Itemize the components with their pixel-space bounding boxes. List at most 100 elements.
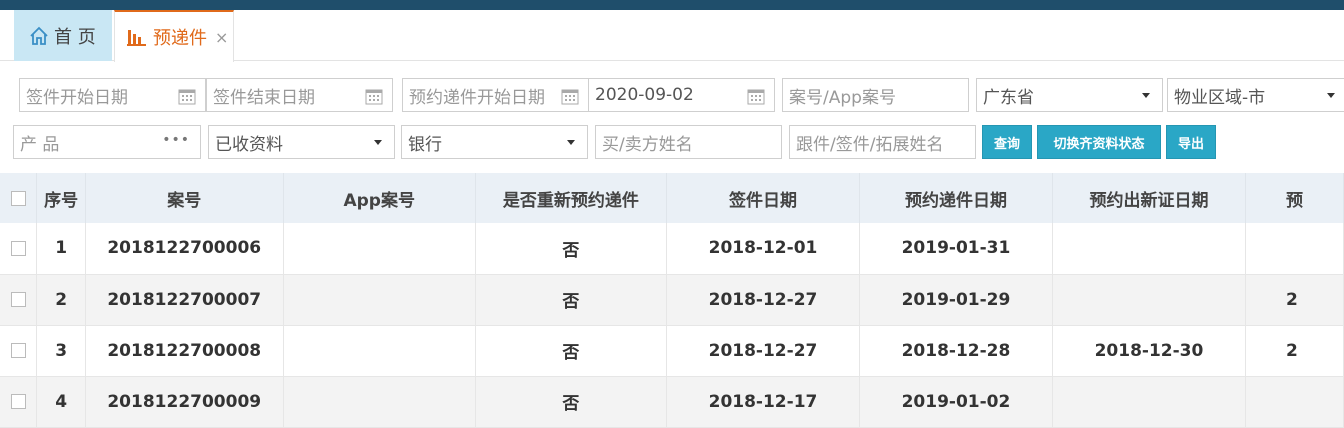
- city-select[interactable]: 物业区域-市: [1167, 78, 1344, 112]
- top-bar: [0, 0, 1344, 10]
- cell-case: 2018122700008: [85, 325, 284, 377]
- cell-sign-date: 2018-12-27: [666, 325, 860, 377]
- province-value: 广东省: [983, 87, 1034, 108]
- cell-new-cert-date: [1052, 223, 1246, 275]
- sign-start-date-input[interactable]: 签件开始日期: [19, 78, 206, 112]
- row-checkbox[interactable]: [10, 240, 26, 256]
- tab-bar: 首 页 预递件 ×: [0, 10, 1344, 62]
- cell-rebook: 否: [475, 325, 668, 377]
- cell-new-cert-date: 2018-12-30: [1052, 325, 1246, 377]
- cell-case: 2018122700009: [85, 376, 284, 428]
- sign-end-date-input[interactable]: 签件结束日期: [206, 78, 393, 112]
- sign-end-date-placeholder: 签件结束日期: [213, 87, 315, 108]
- table-row[interactable]: 1 2018122700006 否 2018-12-01 2019-01-31: [0, 223, 1344, 275]
- more-icon[interactable]: •••: [162, 132, 190, 148]
- cell-sign-date: 2018-12-27: [666, 274, 860, 326]
- table-row[interactable]: 2 2018122700007 否 2018-12-27 2019-01-29 …: [0, 274, 1344, 326]
- appt-end-date-input[interactable]: 2020-09-02: [588, 78, 775, 112]
- column-header: 序号: [36, 173, 86, 223]
- case-no-placeholder: 案号/App案号: [789, 87, 896, 108]
- cell-last: [1245, 223, 1344, 275]
- bank-select[interactable]: 银行: [401, 125, 588, 159]
- cell-rebook: 否: [475, 274, 668, 326]
- cell-no: 2: [36, 274, 86, 326]
- appt-start-date-placeholder: 预约递件开始日期: [409, 87, 545, 108]
- received-docs-select[interactable]: 已收资料: [208, 125, 395, 159]
- bank-value: 银行: [408, 134, 442, 155]
- toggle-docs-status-button[interactable]: 切换齐资料状态: [1037, 125, 1161, 159]
- followup-name-placeholder: 跟件/签件/拓展姓名: [796, 134, 944, 155]
- cell-last: [1245, 376, 1344, 428]
- column-header: 是否重新预约递件: [475, 173, 668, 223]
- sign-start-date-placeholder: 签件开始日期: [26, 87, 128, 108]
- cell-rebook: 否: [475, 376, 668, 428]
- buyer-seller-name-placeholder: 买/卖方姓名: [602, 134, 693, 155]
- column-header: 预: [1245, 173, 1344, 223]
- select-all-checkbox-cell[interactable]: [0, 173, 38, 223]
- table-row[interactable]: 3 2018122700008 否 2018-12-27 2018-12-28 …: [0, 325, 1344, 377]
- cell-appt-date: 2019-01-02: [859, 376, 1053, 428]
- city-value: 物业区域-市: [1174, 87, 1266, 108]
- export-button[interactable]: 导出: [1166, 125, 1216, 159]
- search-button[interactable]: 查询: [982, 125, 1032, 159]
- cell-case: 2018122700007: [85, 274, 284, 326]
- cell-last: 2: [1245, 325, 1344, 377]
- calendar-icon: [561, 89, 579, 105]
- row-checkbox-cell[interactable]: [0, 376, 38, 428]
- bar-chart-icon: [127, 30, 146, 46]
- select-all-checkbox[interactable]: [10, 190, 26, 206]
- cell-last: 2: [1245, 274, 1344, 326]
- cell-appt-date: 2019-01-31: [859, 223, 1053, 275]
- chevron-down-icon: [1142, 93, 1150, 98]
- data-table: 序号 案号 App案号 是否重新预约递件 签件日期 预约递件日期 预约出新证日期…: [0, 173, 1344, 428]
- tab-home[interactable]: 首 页: [14, 10, 112, 61]
- row-checkbox[interactable]: [10, 292, 26, 307]
- cell-no: 4: [36, 376, 86, 428]
- cell-no: 3: [36, 325, 86, 377]
- cell-appt-date: 2018-12-28: [859, 325, 1053, 377]
- cell-new-cert-date: [1052, 376, 1246, 428]
- tab-pre-delivery[interactable]: 预递件 ×: [114, 10, 234, 62]
- column-header: 签件日期: [666, 173, 860, 223]
- close-icon[interactable]: ×: [215, 28, 228, 47]
- cell-app-case: [283, 223, 476, 275]
- calendar-icon: [178, 89, 196, 105]
- calendar-icon: [365, 89, 383, 105]
- cell-sign-date: 2018-12-17: [666, 376, 860, 428]
- cell-no: 1: [36, 223, 86, 275]
- column-header: 案号: [85, 173, 284, 223]
- cell-new-cert-date: [1052, 274, 1246, 326]
- cell-appt-date: 2019-01-29: [859, 274, 1053, 326]
- product-placeholder: 产 品: [20, 134, 60, 155]
- appt-start-date-input[interactable]: 预约递件开始日期: [402, 78, 589, 112]
- row-checkbox-cell[interactable]: [0, 223, 38, 275]
- chevron-down-icon: [567, 140, 575, 145]
- cell-rebook: 否: [475, 223, 668, 275]
- buyer-seller-name-input[interactable]: 买/卖方姓名: [595, 125, 782, 159]
- row-checkbox-cell[interactable]: [0, 274, 38, 326]
- row-checkbox-cell[interactable]: [0, 325, 38, 377]
- cell-app-case: [283, 274, 476, 326]
- cell-app-case: [283, 376, 476, 428]
- table-header-row: 序号 案号 App案号 是否重新预约递件 签件日期 预约递件日期 预约出新证日期…: [0, 173, 1344, 223]
- case-no-input[interactable]: 案号/App案号: [782, 78, 969, 112]
- cell-case: 2018122700006: [85, 223, 284, 275]
- column-header: 预约递件日期: [859, 173, 1053, 223]
- cell-app-case: [283, 325, 476, 377]
- table-row[interactable]: 4 2018122700009 否 2018-12-17 2019-01-02: [0, 376, 1344, 428]
- cell-sign-date: 2018-12-01: [666, 223, 860, 275]
- followup-name-input[interactable]: 跟件/签件/拓展姓名: [789, 125, 976, 159]
- product-picker[interactable]: 产 品 •••: [13, 125, 201, 159]
- row-checkbox[interactable]: [10, 394, 26, 409]
- calendar-icon: [747, 89, 765, 105]
- province-select[interactable]: 广东省: [976, 78, 1163, 112]
- chevron-down-icon: [1327, 93, 1335, 98]
- received-docs-value: 已收资料: [215, 134, 283, 155]
- appt-end-date-value: 2020-09-02: [595, 85, 694, 105]
- column-header: 预约出新证日期: [1052, 173, 1246, 223]
- tab-pre-delivery-label: 预递件: [153, 28, 207, 49]
- row-checkbox[interactable]: [10, 343, 26, 358]
- home-icon: [30, 26, 48, 45]
- chevron-down-icon: [374, 140, 382, 145]
- tab-home-label: 首 页: [54, 26, 96, 48]
